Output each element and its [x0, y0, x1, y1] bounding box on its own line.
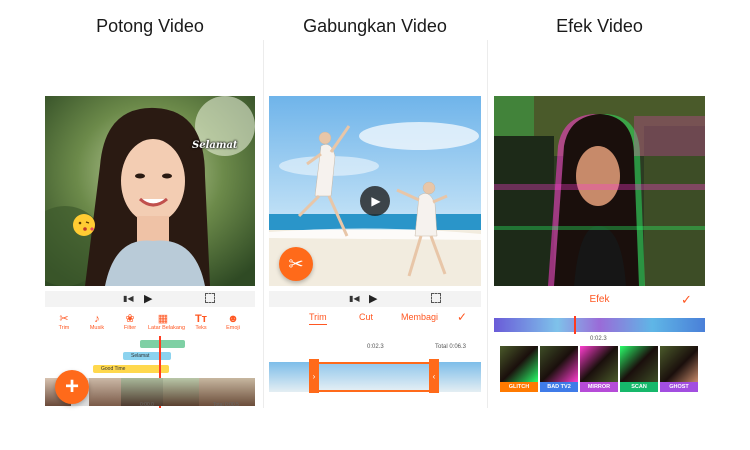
- filter-label: GLITCH: [500, 382, 538, 392]
- tool-filter[interactable]: ❀ Filter: [115, 313, 145, 332]
- portrait-image: [45, 96, 255, 286]
- edit-toolbar: ✂ Trim ♪ Musik ❀ Filter ▦ Latar Belakang Tт T…: [45, 313, 255, 335]
- filter-label: GHOST: [660, 382, 698, 392]
- fullscreen-icon[interactable]: [205, 293, 215, 303]
- emoji-icon: ☻: [227, 313, 239, 325]
- trim-total-time: Total 0:06.3: [435, 344, 467, 350]
- timeline-current-time: 0:00.0: [140, 402, 154, 408]
- check-icon[interactable]: ✓: [457, 310, 467, 324]
- skip-back-icon[interactable]: ▮◀: [349, 294, 360, 303]
- check-icon[interactable]: ✓: [681, 292, 692, 308]
- filter-ghost[interactable]: GHOST: [660, 346, 698, 392]
- fullscreen-icon[interactable]: [431, 293, 441, 303]
- trim-handle-left[interactable]: ›: [309, 359, 319, 393]
- edit-tabs: Trim Cut Membagi ✓: [269, 310, 481, 332]
- filter-thumbnail: [540, 346, 578, 382]
- panel-divider: [487, 40, 488, 408]
- play-icon[interactable]: ▶: [369, 292, 377, 305]
- filter-icon: ❀: [125, 313, 135, 325]
- play-icon[interactable]: ▶: [144, 292, 152, 305]
- filter-mirror[interactable]: MIRROR: [580, 346, 618, 392]
- skip-back-icon[interactable]: ▮◀: [123, 294, 134, 303]
- filter-thumbnail: [660, 346, 698, 382]
- panel-title-gabungkan: Gabungkan Video: [303, 16, 447, 36]
- tab-cut[interactable]: Cut: [359, 312, 373, 322]
- plus-icon: +: [64, 373, 79, 400]
- filter-label: SCAN: [620, 382, 658, 392]
- effect-header-title: Efek: [589, 294, 610, 305]
- tool-latar-belakang[interactable]: ▦ Latar Belakang: [148, 313, 185, 332]
- effect-playhead[interactable]: [574, 316, 576, 334]
- scissors-icon: ✂: [288, 253, 304, 274]
- playback-controls: ▮◀ ▶: [269, 291, 481, 307]
- effect-header: Efek ✓: [494, 292, 705, 312]
- clip-music[interactable]: Good Time: [93, 365, 169, 373]
- music-icon: ♪: [94, 313, 100, 325]
- text-icon: Tт: [194, 313, 208, 325]
- filter-thumbnail: [580, 346, 618, 382]
- thumbnail: [89, 378, 121, 406]
- video-preview-portrait: Selamat: [45, 96, 255, 286]
- filter-scan[interactable]: SCAN: [620, 346, 658, 392]
- panel-gabungkan-video: ▶ ✂ ▮◀ ▶ Trim Cut Membagi ✓ 0:02.3 Total…: [269, 40, 481, 408]
- panel-title-efek: Efek Video: [556, 16, 643, 36]
- scissors-icon: ✂: [59, 313, 69, 325]
- timeline-total-time: Total 0:00.5: [213, 402, 239, 408]
- tool-emoji[interactable]: ☻ Emoji: [218, 313, 248, 332]
- trim-handle-right[interactable]: ‹: [429, 359, 439, 393]
- tab-trim[interactable]: Trim: [309, 312, 327, 325]
- effect-current-time: 0:02.3: [590, 336, 607, 342]
- filter-label: BAD TV2: [540, 382, 578, 392]
- play-icon: ▶: [371, 194, 381, 208]
- tab-membagi[interactable]: Membagi: [401, 312, 438, 322]
- kiss-emoji-sticker[interactable]: [73, 214, 95, 236]
- chevron-right-icon: ›: [312, 371, 316, 381]
- panel-efek-video: Efek ✓ 0:02.3 GLITCH BAD TV2 MIRROR SCAN…: [494, 40, 705, 408]
- sticker-text[interactable]: Selamat: [192, 140, 238, 151]
- video-preview-glitch: [494, 96, 705, 286]
- panel-potong-video: Selamat ▮◀ ▶ ✂ Trim ♪ Musik ❀ Filter ▦ Latar…: [45, 40, 255, 408]
- add-clip-button[interactable]: +: [55, 370, 89, 404]
- emoji-icon: [74, 215, 94, 235]
- clip-emoji[interactable]: [140, 340, 185, 348]
- filter-label: MIRROR: [580, 382, 618, 392]
- filter-bad-tv2[interactable]: BAD TV2: [540, 346, 578, 392]
- scissors-button[interactable]: ✂: [279, 247, 313, 281]
- tool-musik[interactable]: ♪ Musik: [82, 313, 112, 332]
- playback-controls: ▮◀ ▶: [45, 291, 255, 307]
- filter-list: GLITCH BAD TV2 MIRROR SCAN GHOST: [500, 346, 705, 394]
- glitch-portrait-image: [494, 96, 705, 286]
- filter-glitch[interactable]: GLITCH: [500, 346, 538, 392]
- tool-trim[interactable]: ✂ Trim: [49, 313, 79, 332]
- clip-sticker[interactable]: Selamat: [123, 352, 171, 360]
- grid-icon: ▦: [157, 313, 169, 325]
- thumbnail: [163, 378, 199, 406]
- play-button-overlay[interactable]: ▶: [360, 186, 390, 216]
- trim-current-time: 0:02.3: [367, 344, 384, 350]
- trim-frames-strip[interactable]: › ‹: [269, 359, 481, 393]
- filter-thumbnail: [500, 346, 538, 382]
- panel-title-potong: Potong Video: [96, 16, 204, 36]
- tool-teks[interactable]: Tт Teks: [186, 313, 216, 332]
- chevron-left-icon: ‹: [432, 371, 436, 381]
- effect-timeline-strip[interactable]: [494, 316, 705, 334]
- panel-divider: [263, 40, 264, 408]
- trim-selection[interactable]: [315, 362, 439, 392]
- filter-thumbnail: [620, 346, 658, 382]
